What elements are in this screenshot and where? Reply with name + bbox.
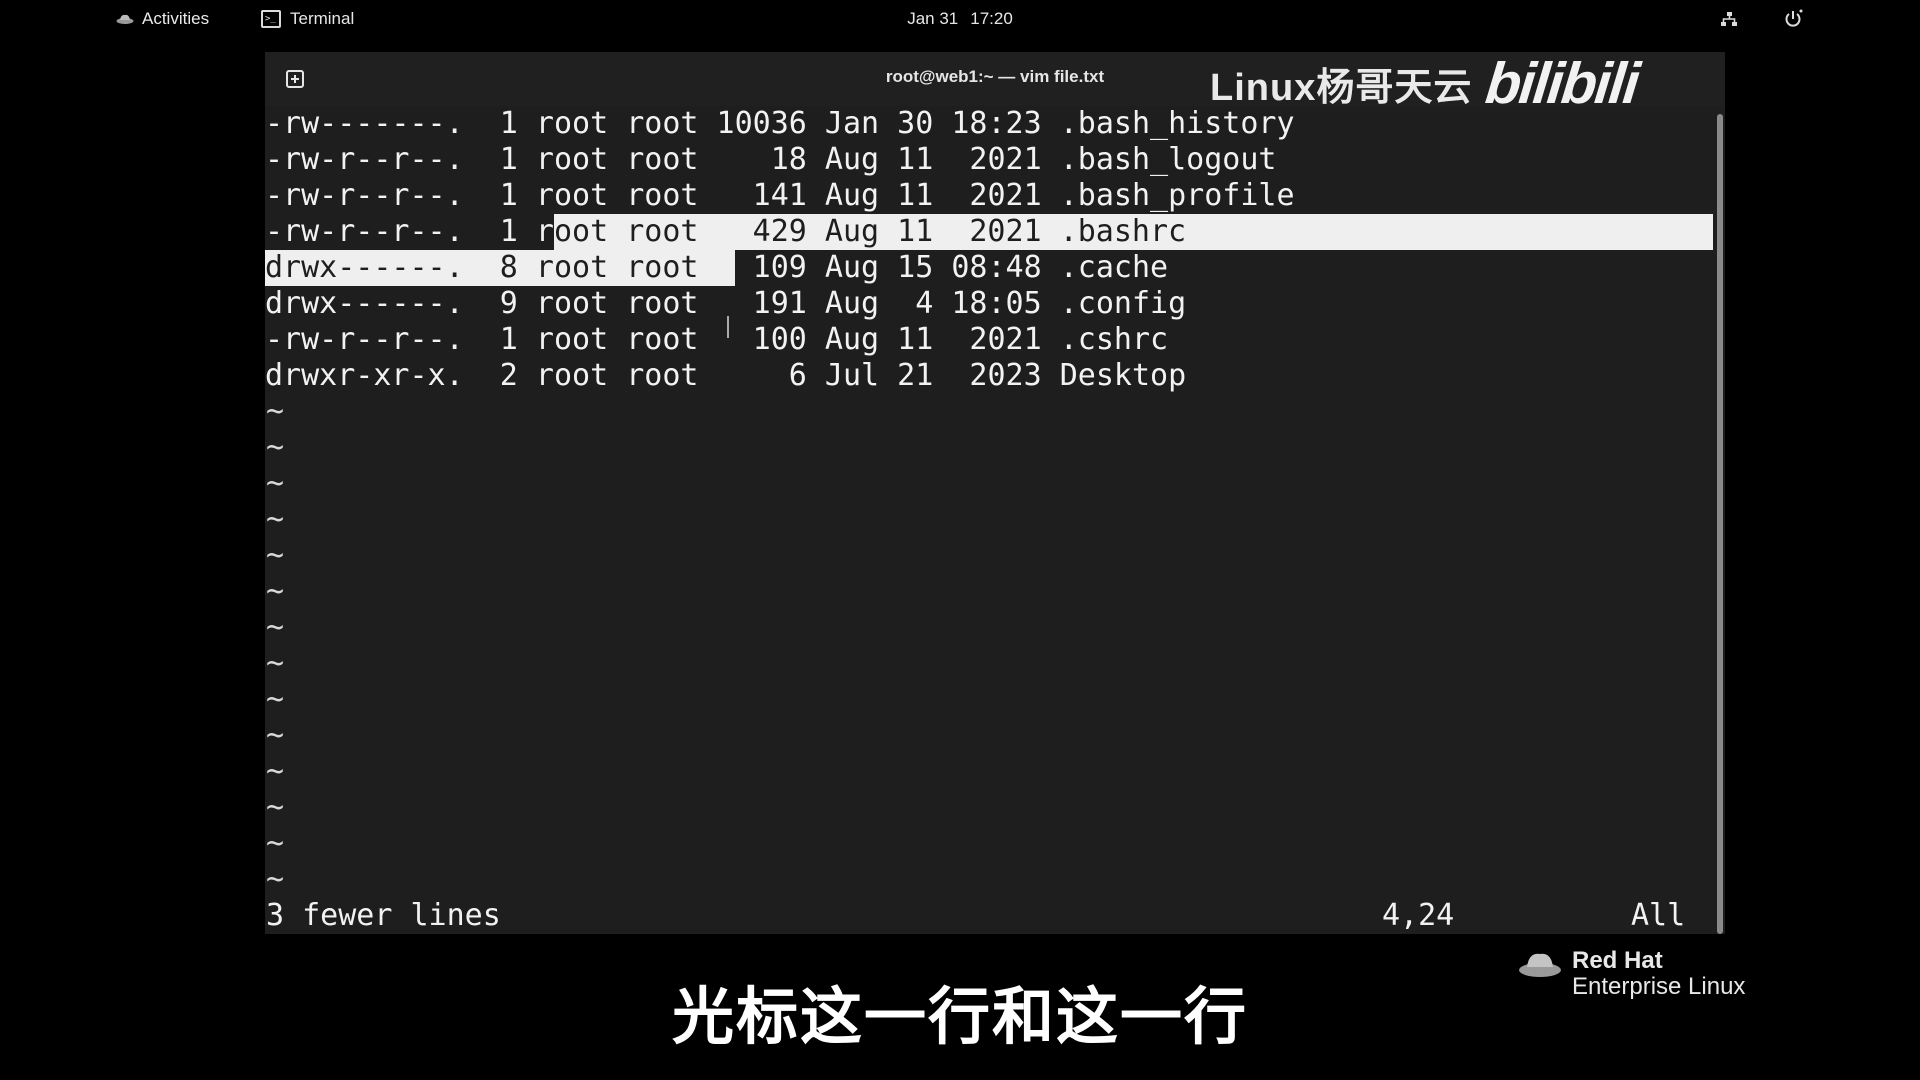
rhel-logo-line2: Enterprise Linux — [1572, 973, 1746, 1000]
empty-line-marker: ~ — [266, 754, 285, 789]
cursor-position: 4,24 — [1382, 898, 1455, 933]
vim-status-line: 3 fewer lines 4,24 All — [265, 898, 1713, 934]
rhel-logo-line1: Red Hat — [1572, 947, 1663, 974]
empty-line-marker: ~ — [266, 790, 285, 825]
visual-selection: oot root 429 Aug 11 2021 .bashrc — [553, 214, 1713, 250]
buffer-line[interactable]: -rw-r--r--. 1 root root 100 Aug 11 2021 … — [265, 322, 1168, 358]
empty-line-marker: ~ — [266, 502, 285, 537]
empty-line-marker: ~ — [266, 646, 285, 681]
window-headerbar: root@web1:~ — vim file.txt — [265, 52, 1725, 106]
power-icon[interactable] — [1783, 0, 1803, 38]
empty-line-marker: ~ — [266, 538, 285, 573]
clock-date: Jan 31 — [907, 9, 959, 28]
rhel-logo: Red Hat Enterprise Linux — [1518, 948, 1745, 1000]
network-wired-icon — [1721, 12, 1737, 26]
buffer-line[interactable]: -rw-------. 1 root root 10036 Jan 30 18:… — [265, 106, 1295, 142]
top-bar: Activities >_ Terminal Jan 31 17:20 — [0, 0, 1920, 38]
empty-line-marker: ~ — [266, 466, 285, 501]
terminal-window: root@web1:~ — vim file.txt -rw-------. 1… — [265, 52, 1725, 934]
power-button-icon — [1785, 9, 1803, 27]
redhat-logo-icon — [1519, 953, 1561, 977]
status-message: 3 fewer lines — [266, 898, 501, 933]
buffer-line[interactable]: drwx------. 9 root root 191 Aug 4 18:05 … — [265, 286, 1186, 322]
empty-line-marker: ~ — [266, 826, 285, 861]
empty-line-marker: ~ — [266, 862, 285, 897]
buffer-line[interactable]: -rw-r--r--. 1 root root 141 Aug 11 2021 … — [265, 178, 1295, 214]
clock-time: 17:20 — [970, 9, 1013, 28]
empty-line-marker: ~ — [266, 718, 285, 753]
scroll-indicator: All — [1631, 898, 1686, 933]
scrollbar-thumb[interactable] — [1717, 114, 1723, 934]
window-title: root@web1:~ — vim file.txt — [885, 67, 1105, 86]
mouse-ibeam-cursor — [727, 316, 729, 338]
buffer-line[interactable]: -rw-r--r--. 1 root root 18 Aug 11 2021 .… — [265, 142, 1276, 178]
network-icon[interactable] — [1720, 0, 1738, 38]
empty-line-marker: ~ — [266, 430, 285, 465]
empty-line-marker: ~ — [266, 574, 285, 609]
clock[interactable]: Jan 31 17:20 — [0, 0, 1920, 38]
empty-line-marker: ~ — [266, 394, 285, 429]
buffer-line[interactable]: drwxr-xr-x. 2 root root 6 Jul 21 2023 De… — [265, 358, 1186, 394]
vim-buffer[interactable]: -rw-------. 1 root root 10036 Jan 30 18:… — [265, 106, 1713, 934]
visual-selection: drwx------. 8 root root — [265, 250, 735, 286]
empty-line-marker: ~ — [266, 682, 285, 717]
empty-line-marker: ~ — [266, 610, 285, 645]
scrollbar[interactable] — [1713, 106, 1725, 934]
